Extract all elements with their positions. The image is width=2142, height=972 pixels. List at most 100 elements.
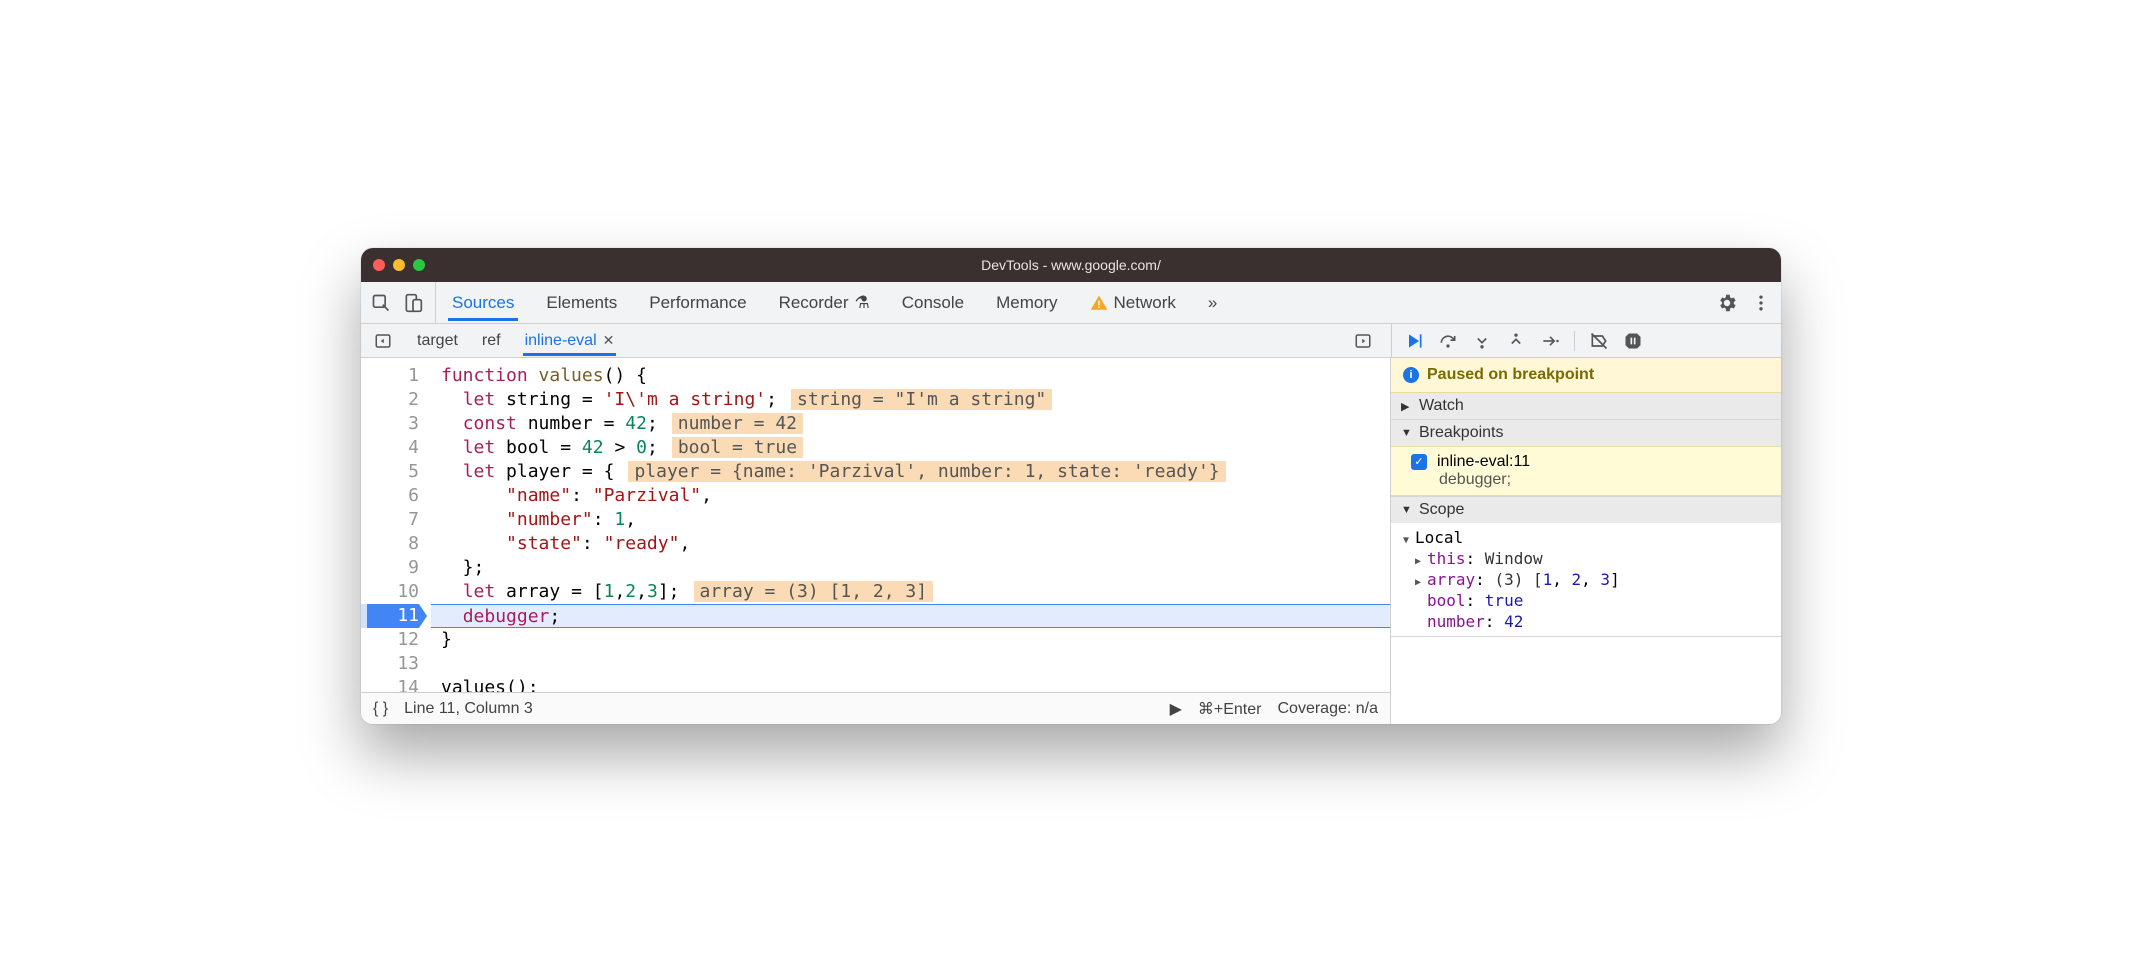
step-icon[interactable] [1540, 331, 1560, 351]
debugger-toolbar [1391, 324, 1781, 357]
inline-value-hint: number = 42 [672, 413, 803, 434]
toolbar-divider [1574, 331, 1575, 351]
open-file-tabs: target ref inline-eval ✕ [415, 326, 616, 356]
scope-section: ▼ Scope ▼Local ▶this: Window ▶array: (3)… [1391, 497, 1781, 637]
inline-value-hint: string = "I'm a string" [791, 389, 1052, 410]
breakpoints-label: Breakpoints [1419, 424, 1504, 442]
file-tab-inline-eval[interactable]: inline-eval ✕ [523, 326, 617, 356]
tab-network[interactable]: Network [1086, 285, 1180, 321]
chevron-right-icon: ▶ [1401, 400, 1413, 413]
traffic-lights [373, 259, 425, 271]
warning-icon [1090, 294, 1108, 312]
sources-subbar: target ref inline-eval ✕ [361, 324, 1781, 358]
line-number[interactable]: 14 [361, 676, 419, 692]
breakpoint-checkbox[interactable]: ✓ [1411, 454, 1427, 470]
line-number[interactable]: 7 [361, 508, 419, 532]
tabs-right-tools [1705, 291, 1773, 315]
inline-value-hint: array = (3) [1, 2, 3] [694, 581, 934, 602]
line-number[interactable]: 4 [361, 436, 419, 460]
line-number[interactable]: 2 [361, 388, 419, 412]
scope-var-array[interactable]: ▶array: (3) [1, 2, 3] [1391, 569, 1781, 590]
device-toggle-icon[interactable] [401, 291, 425, 315]
flask-icon: ⚗ [855, 293, 870, 313]
resume-icon[interactable] [1404, 331, 1424, 351]
chevron-right-icon: ▶ [1415, 556, 1427, 567]
panel-tabs-row: Sources Elements Performance Recorder ⚗ … [361, 282, 1781, 324]
close-window-button[interactable] [373, 259, 385, 271]
file-tab-inline-eval-label: inline-eval [525, 332, 597, 350]
scope-var-bool[interactable]: bool: true [1391, 590, 1781, 611]
breakpoints-section: ▼ Breakpoints ✓ inline-eval:11 debugger; [1391, 420, 1781, 497]
tab-sources[interactable]: Sources [448, 285, 518, 321]
breakpoint-snippet: debugger; [1411, 471, 1769, 489]
devtools-window: DevTools - www.google.com/ Sources Eleme… [361, 248, 1781, 724]
pretty-print-icon[interactable]: { } [373, 700, 388, 718]
main-split: 1 2 3 4 5 6 7 8 9 10 11 12 13 14 functio… [361, 358, 1781, 724]
inline-value-hint: player = {name: 'Parzival', number: 1, s… [628, 461, 1225, 482]
tab-network-label: Network [1114, 293, 1176, 313]
line-number[interactable]: 9 [361, 556, 419, 580]
tab-elements[interactable]: Elements [542, 285, 621, 321]
inline-value-hint: bool = true [672, 437, 803, 458]
line-number[interactable]: 13 [361, 652, 419, 676]
scope-var-this[interactable]: ▶this: Window [1391, 548, 1781, 569]
editor-statusbar: { } Line 11, Column 3 ▶ ⌘+Enter Coverage… [361, 692, 1390, 724]
scope-var-number[interactable]: number: 42 [1391, 611, 1781, 632]
execution-line-marker[interactable]: 11 [361, 604, 419, 628]
tab-console[interactable]: Console [898, 285, 968, 321]
code-body[interactable]: function values() { let string = 'I\'m a… [431, 358, 1390, 692]
cursor-position: Line 11, Column 3 [404, 700, 533, 718]
pause-on-exceptions-icon[interactable] [1623, 331, 1643, 351]
title-bar: DevTools - www.google.com/ [361, 248, 1781, 282]
step-out-icon[interactable] [1506, 331, 1526, 351]
scope-local-header[interactable]: ▼Local [1391, 527, 1781, 548]
line-number[interactable]: 3 [361, 412, 419, 436]
paused-banner: i Paused on breakpoint [1391, 358, 1781, 393]
tab-recorder[interactable]: Recorder ⚗ [775, 285, 874, 321]
tab-recorder-label: Recorder [779, 293, 849, 313]
line-number[interactable]: 12 [361, 628, 419, 652]
chevron-down-icon: ▼ [1401, 427, 1413, 439]
kebab-menu-icon[interactable] [1749, 291, 1773, 315]
inspect-element-icon[interactable] [369, 291, 393, 315]
breakpoint-item[interactable]: ✓ inline-eval:11 debugger; [1391, 446, 1781, 496]
file-tab-target[interactable]: target [415, 326, 460, 356]
scope-header[interactable]: ▼ Scope [1391, 497, 1781, 523]
show-navigator-icon[interactable] [371, 329, 395, 353]
scope-body: ▼Local ▶this: Window ▶array: (3) [1, 2, … [1391, 523, 1781, 636]
play-icon: ▶ [1170, 699, 1182, 719]
scope-label: Scope [1419, 501, 1464, 519]
line-number[interactable]: 10 [361, 580, 419, 604]
chevron-down-icon: ▼ [1401, 504, 1413, 516]
tabs-overflow-button[interactable]: » [1204, 285, 1221, 321]
paused-banner-text: Paused on breakpoint [1427, 366, 1594, 384]
line-number[interactable]: 1 [361, 364, 419, 388]
breakpoints-header[interactable]: ▼ Breakpoints [1391, 420, 1781, 446]
watch-section: ▶ Watch [1391, 393, 1781, 420]
watch-label: Watch [1419, 397, 1464, 415]
line-number[interactable]: 6 [361, 484, 419, 508]
step-over-icon[interactable] [1438, 331, 1458, 351]
coverage-status: Coverage: n/a [1277, 700, 1378, 718]
tab-performance[interactable]: Performance [645, 285, 750, 321]
watch-header[interactable]: ▶ Watch [1391, 393, 1781, 419]
code-editor[interactable]: 1 2 3 4 5 6 7 8 9 10 11 12 13 14 functio… [361, 358, 1390, 692]
breakpoint-title: inline-eval:11 [1437, 453, 1530, 470]
close-tab-icon[interactable]: ✕ [603, 332, 615, 349]
more-tabs-icon[interactable] [1351, 329, 1375, 353]
maximize-window-button[interactable] [413, 259, 425, 271]
step-into-icon[interactable] [1472, 331, 1492, 351]
debugger-sidebar: i Paused on breakpoint ▶ Watch ▼ Breakpo… [1391, 358, 1781, 724]
line-number[interactable]: 8 [361, 532, 419, 556]
minimize-window-button[interactable] [393, 259, 405, 271]
settings-gear-icon[interactable] [1715, 291, 1739, 315]
window-title: DevTools - www.google.com/ [361, 257, 1781, 273]
line-gutter[interactable]: 1 2 3 4 5 6 7 8 9 10 11 12 13 14 [361, 358, 431, 692]
file-tab-ref[interactable]: ref [480, 326, 503, 356]
info-icon: i [1403, 367, 1419, 383]
chevron-down-icon: ▼ [1403, 535, 1415, 546]
tab-memory[interactable]: Memory [992, 285, 1061, 321]
editor-column: 1 2 3 4 5 6 7 8 9 10 11 12 13 14 functio… [361, 358, 1391, 724]
deactivate-breakpoints-icon[interactable] [1589, 331, 1609, 351]
line-number[interactable]: 5 [361, 460, 419, 484]
